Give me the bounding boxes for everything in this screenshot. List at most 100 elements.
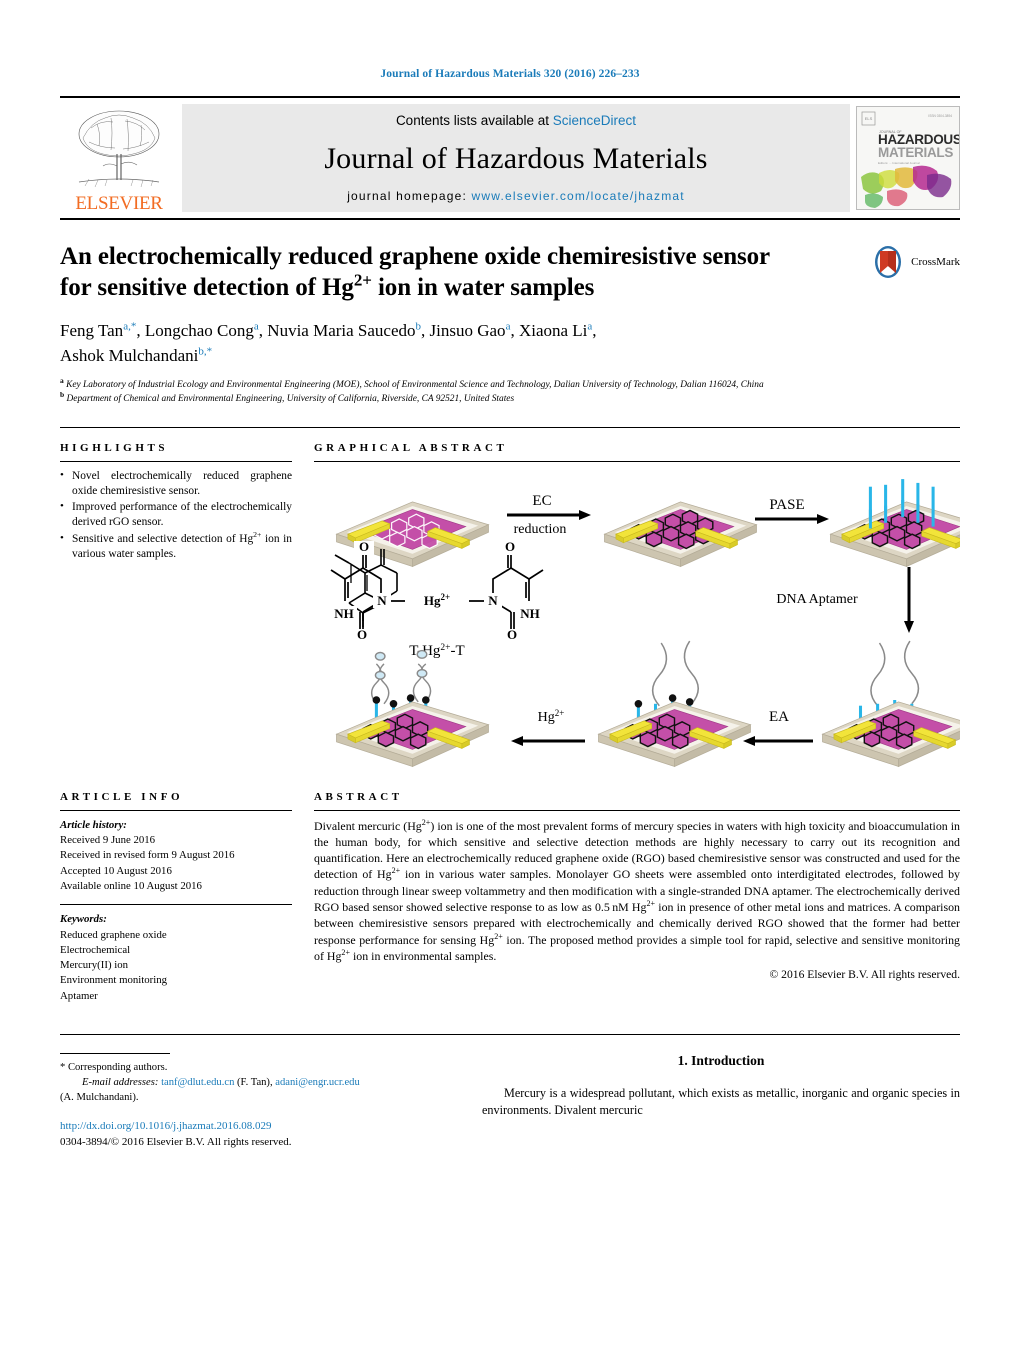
- history-item: Available online 10 August 2016: [60, 879, 202, 892]
- svg-text:Editors: ... International Jou: Editors: ... International Journal: [878, 161, 920, 165]
- highlights-and-graphical-abstract: HIGHLIGHTS Novel electrochemically reduc…: [60, 426, 960, 769]
- masthead-center: Contents lists available at ScienceDirec…: [182, 104, 850, 212]
- svg-text:MATERIALS: MATERIALS: [878, 145, 953, 160]
- list-item: Improved performance of the electrochemi…: [60, 499, 292, 531]
- email-link-1[interactable]: tanf@dlut.edu.cn: [161, 1077, 234, 1088]
- divider: [60, 460, 292, 462]
- arrow-hg-ion: Hg2+: [511, 708, 585, 746]
- article-info-column: ARTICLE INFO Article history: Received 9…: [60, 791, 292, 1005]
- footer-and-introduction: * Corresponding authors. E-mail addresse…: [60, 1034, 960, 1151]
- highlight-text: Novel electrochemically reduced graphene…: [72, 469, 292, 497]
- abstract-column: ABSTRACT Divalent mercuric (Hg2+) ion is…: [314, 791, 960, 1005]
- atom-n-right: N: [488, 593, 498, 608]
- keyword-item: Reduced graphene oxide: [60, 928, 167, 941]
- email-link-2[interactable]: adani@engr.ucr.edu: [275, 1077, 359, 1088]
- elsevier-logo: ELSEVIER: [60, 98, 178, 218]
- author-mark[interactable]: b: [416, 320, 422, 332]
- affiliation-a-text: Key Laboratory of Industrial Ecology and…: [66, 380, 764, 391]
- chip-go: [336, 501, 489, 567]
- label-reduction: reduction: [514, 522, 567, 537]
- title-line-2-post: ion in water samples: [371, 273, 595, 301]
- atom-o-bottom-left: O: [357, 627, 367, 642]
- graphical-abstract-heading: GRAPHICAL ABSTRACT: [314, 441, 508, 454]
- atom-n-left: N: [377, 593, 387, 608]
- chem-structure-rendered: [330, 551, 544, 629]
- crossmark-label: CrossMark: [911, 256, 960, 268]
- issn-copyright: 0304-3894/© 2016 Elsevier B.V. All right…: [60, 1136, 292, 1149]
- label-ec: EC: [532, 493, 551, 509]
- label-hg-ion: Hg2+: [538, 708, 565, 725]
- list-item: Sensitive and selective detection of Hg2…: [60, 530, 292, 563]
- keyword-item: Environment monitoring: [60, 974, 168, 987]
- cover-artwork: ELS ISSN 0304-3894 JOURNAL OF HAZARDOUS …: [857, 107, 959, 209]
- author-name: Ashok Mulchandani: [60, 345, 199, 365]
- affiliation-a: a Key Laboratory of Industrial Ecology a…: [60, 376, 764, 391]
- chip-rgo-pase: [830, 478, 960, 567]
- author-mark[interactable]: a,*: [123, 320, 136, 332]
- doi-link[interactable]: http://dx.doi.org/10.1016/j.jhazmat.2016…: [60, 1119, 460, 1135]
- author-item: Xiaona Lia: [519, 321, 592, 340]
- label-ea: EA: [769, 709, 789, 725]
- title-line-1: An electrochemically reduced graphene ox…: [60, 243, 771, 270]
- label-dna-aptamer: DNA Aptamer: [776, 592, 858, 607]
- keywords-block: Keywords: Reduced graphene oxide Electro…: [60, 912, 292, 1004]
- graphical-abstract-figure[interactable]: EC reduction PASE DNA Aptamer O O O O N …: [314, 469, 960, 769]
- corresponding-authors-note: * Corresponding authors.: [60, 1062, 168, 1074]
- homepage-url-link[interactable]: www.elsevier.com/locate/jhazmat: [472, 189, 685, 203]
- author-mark[interactable]: a: [506, 320, 511, 332]
- history-item: Accepted 10 August 2016: [60, 864, 172, 877]
- footnotes-column: * Corresponding authors. E-mail addresse…: [60, 1053, 460, 1151]
- keywords-label: Keywords:: [60, 913, 107, 926]
- author-list: Feng Tana,*, Longchao Conga, Nuvia Maria…: [60, 320, 597, 365]
- author-mark[interactable]: b,*: [198, 345, 212, 357]
- journal-cover-thumbnail[interactable]: ELS ISSN 0304-3894 JOURNAL OF HAZARDOUS …: [856, 106, 960, 210]
- history-item: Received in revised form 9 August 2016: [60, 849, 235, 862]
- author-mark[interactable]: a: [587, 320, 592, 332]
- article-history: Article history: Received 9 June 2016 Re…: [60, 818, 292, 895]
- article-first-page: Journal of Hazardous Materials 320 (2016…: [0, 0, 1020, 1351]
- copyright-line: © 2016 Elsevier B.V. All rights reserved…: [769, 968, 960, 982]
- divider: [60, 809, 292, 811]
- abstract-heading: ABSTRACT: [314, 790, 403, 803]
- author-name: Xiaona Li: [518, 321, 588, 340]
- chip-ssdna-right: [822, 640, 960, 767]
- article-history-label: Article history:: [60, 818, 127, 831]
- page-title: An electrochemically reduced graphene ox…: [60, 242, 805, 303]
- email-suffix-2: (A. Mulchandani).: [60, 1092, 139, 1104]
- crossmark-badge[interactable]: CrossMark: [870, 244, 960, 280]
- elsevier-wordmark: ELSEVIER: [75, 193, 163, 214]
- atom-o-bottom-right: O: [507, 627, 517, 642]
- contents-available-line: Contents lists available at ScienceDirec…: [396, 113, 636, 128]
- atom-nh-right: NH: [520, 606, 540, 621]
- title-block: CrossMark An electrochemically reduced g…: [60, 242, 960, 407]
- svg-text:ELS: ELS: [865, 116, 873, 121]
- divider: [314, 809, 960, 811]
- affiliation-b: b Department of Chemical and Environment…: [60, 389, 515, 404]
- keyword-item: Electrochemical: [60, 943, 131, 956]
- author-item: Nuvia Maria Saucedob: [267, 321, 421, 340]
- author-mark[interactable]: a: [254, 320, 259, 332]
- chip-ssdna: [598, 640, 751, 767]
- label-pase: PASE: [769, 497, 804, 513]
- journal-masthead: ELSEVIER Contents lists available at Sci…: [60, 96, 960, 220]
- author-name: Jinsuo Gao: [429, 321, 506, 340]
- footnote-divider: [60, 1053, 170, 1055]
- author-name: Feng Tan: [60, 321, 124, 340]
- divider: [314, 460, 960, 462]
- list-item: Novel electrochemically reduced graphene…: [60, 468, 292, 500]
- keyword-item: Mercury(II) ion: [60, 959, 129, 972]
- title-superscript: 2+: [353, 270, 372, 290]
- arrow-dna-aptamer: DNA Aptamer: [776, 566, 914, 633]
- atom-nh-left: NH: [334, 606, 354, 621]
- doi-block: http://dx.doi.org/10.1016/j.jhazmat.2016…: [60, 1119, 460, 1151]
- arrow-pase: PASE: [755, 497, 829, 524]
- journal-homepage-line: journal homepage: www.elsevier.com/locat…: [347, 189, 685, 203]
- divider: [60, 904, 292, 906]
- title-line-2-pre: for sensitive detection of Hg: [60, 273, 354, 301]
- highlights-list: Novel electrochemically reduced graphene…: [60, 468, 292, 563]
- email-suffix-1: (F. Tan),: [237, 1077, 273, 1089]
- introduction-heading: 1. Introduction: [677, 1053, 765, 1069]
- sciencedirect-link[interactable]: ScienceDirect: [553, 113, 636, 128]
- arrow-ea: EA: [743, 709, 813, 746]
- keyword-item: Aptamer: [60, 989, 98, 1002]
